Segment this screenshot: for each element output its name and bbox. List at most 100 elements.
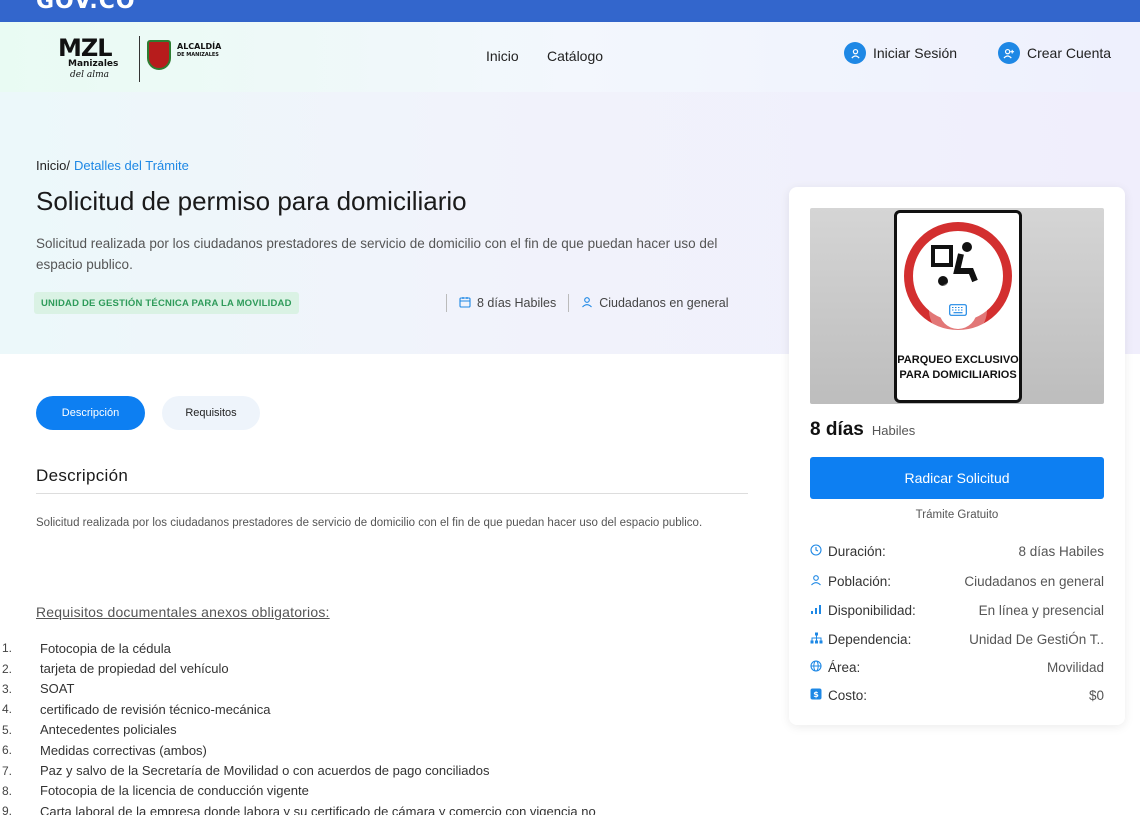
user-add-icon <box>998 42 1020 64</box>
info-value: En línea y presencial <box>978 602 1104 618</box>
free-procedure-label: Trámite Gratuito <box>915 509 999 521</box>
list-item: 6. Medidas correctivas (ambos) <box>0 740 790 760</box>
nav-catalogo[interactable]: Catálogo <box>547 48 603 64</box>
info-label: Población: <box>828 573 892 589</box>
alcaldia-subtitle: DE MANIZALES <box>177 52 219 58</box>
info-label: Costo: <box>828 687 868 703</box>
logo-divider <box>139 36 140 82</box>
page-description: Solicitud realizada por los ciudadanos p… <box>36 236 718 272</box>
meta-population: Ciudadanos en general <box>599 296 729 310</box>
list-item-text: Antecedentes policiales <box>40 722 177 738</box>
info-label: Área: <box>828 659 861 675</box>
list-item-text: Paz y salvo de la Secretaría de Movilida… <box>40 763 490 779</box>
logo-manizales-text: Manizales <box>68 59 119 69</box>
requirements-title: Requisitos documentales anexos obligator… <box>36 604 330 620</box>
calendar-icon <box>459 296 471 311</box>
clock-icon <box>810 543 828 559</box>
list-item-number: 6. <box>2 743 13 758</box>
list-item-text: tarjeta de propiedad del vehículo <box>40 661 229 677</box>
card-duration: 8 días Habiles <box>810 419 915 441</box>
breadcrumb-current[interactable]: Detalles del Trámite <box>74 158 189 173</box>
info-row-dependencia: Dependencia: Unidad De GestiÓn T.. <box>810 629 1104 649</box>
list-item-number: 7. <box>2 763 13 778</box>
login-label: Iniciar Sesión <box>873 45 958 61</box>
keyboard-icon[interactable] <box>939 291 977 329</box>
logo-del-alma-text: del alma <box>70 70 109 80</box>
list-item-text: certificado de revisión técnico-mecánica <box>40 701 271 717</box>
site-header: MZL Manizales del alma ALCALDÍA DE MANIZ… <box>0 22 1140 92</box>
list-item: 1. Fotocopia de la cédula <box>0 638 790 658</box>
list-item-number: 9. <box>2 804 13 815</box>
list-item: 2. tarjeta de propiedad del vehículo <box>0 658 790 678</box>
list-item-number: 1. <box>2 641 13 656</box>
list-item-number: 2. <box>2 661 13 676</box>
list-item: 7. Paz y salvo de la Secretaría de Movili… <box>0 760 790 780</box>
unit-badge: UNIDAD DE GESTIÓN TÉCNICA PARA LA MOVILI… <box>34 292 299 314</box>
login-button[interactable]: Iniciar Sesión <box>844 42 957 64</box>
tab-descripcion[interactable]: Descripción <box>36 396 145 430</box>
info-label: Disponibilidad: <box>828 602 916 618</box>
list-item-number: 5. <box>2 722 13 737</box>
info-value: Unidad De GestiÓn T.. <box>969 631 1104 647</box>
org-chart-icon <box>810 632 828 647</box>
list-item-number: 4. <box>2 702 13 717</box>
logo-mzl-text: MZL <box>58 34 113 62</box>
signal-icon <box>810 603 828 618</box>
card-days-unit: Habiles <box>871 423 916 438</box>
sign-text-line2: PARA DOMICILIARIOS <box>899 369 1017 381</box>
user-icon <box>810 574 828 589</box>
info-value: Movilidad <box>1046 659 1104 675</box>
list-item: 5. Antecedentes policiales <box>0 720 790 740</box>
info-row-disponibilidad: Disponibilidad: En línea y presencial <box>810 600 1104 620</box>
meta-divider <box>446 294 447 312</box>
meta-row: 8 días Habiles Ciudadanos en general <box>446 294 729 312</box>
list-item: 3. SOAT <box>0 679 790 699</box>
mzl-logo[interactable]: MZL Manizales del alma <box>58 34 134 84</box>
info-row-costo: $ Costo: $0 <box>810 685 1104 705</box>
list-item: 8. Fotocopia de la licencia de conducción… <box>0 781 790 801</box>
alcaldia-title: ALCALDÍA <box>177 42 222 51</box>
globe-icon <box>810 659 828 675</box>
info-row-duracion: Duración: 8 días Habiles <box>810 541 1104 561</box>
sign-text: PARQUEO EXCLUSIVO PARA DOMICILIARIOS <box>897 353 1019 383</box>
info-row-poblacion: Población: Ciudadanos en general <box>810 571 1104 591</box>
page-title: Solicitud de permiso para domiciliario <box>36 186 467 216</box>
procedure-image: PARQUEO EXCLUSIVO PARA DOMICILIARIOS <box>810 208 1104 404</box>
sign-text-line1: PARQUEO EXCLUSIVO <box>897 354 1019 366</box>
tab-requisitos[interactable]: Requisitos <box>162 396 260 430</box>
breadcrumb-home[interactable]: Inicio/ <box>36 158 70 173</box>
list-item-number: 8. <box>2 783 13 798</box>
section-title: Descripción <box>36 466 129 485</box>
nav-inicio[interactable]: Inicio <box>486 48 519 64</box>
keyboard-overlay <box>929 281 987 339</box>
info-row-area: Área: Movilidad <box>810 657 1104 677</box>
list-item-text: Fotocopia de la cédula <box>40 640 171 656</box>
list-item-text: Carta laboral de la empresa donde labora… <box>40 803 596 815</box>
info-label: Dependencia: <box>828 631 912 647</box>
procedure-card: PARQUEO EXCLUSIVO PARA DOMICILIARIOS 8 d… <box>789 187 1125 725</box>
register-label: Crear Cuenta <box>1027 45 1112 61</box>
info-value: 8 días Habiles <box>1018 543 1104 559</box>
alcaldia-shield-icon <box>147 40 171 70</box>
section-divider <box>36 493 748 494</box>
list-item: 9. Carta laboral de la empresa donde labo… <box>0 801 790 815</box>
meta-duration: 8 días Habiles <box>477 296 557 310</box>
info-value: $0 <box>1088 687 1104 703</box>
gov-logo-text[interactable]: GOV.CO <box>36 0 136 14</box>
meta-divider <box>568 294 570 312</box>
user-icon <box>581 296 593 311</box>
info-value: Ciudadanos en general <box>964 573 1104 589</box>
user-icon <box>844 42 866 64</box>
breadcrumb: Inicio/Detalles del Trámite <box>36 158 189 173</box>
list-item-text: Medidas correctivas (ambos) <box>40 742 207 758</box>
list-item-text: SOAT <box>40 681 75 697</box>
list-item-number: 3. <box>2 681 13 696</box>
radicar-solicitud-button[interactable]: Radicar Solicitud <box>810 457 1104 499</box>
register-button[interactable]: Crear Cuenta <box>998 42 1111 64</box>
alcaldia-logo[interactable]: ALCALDÍA DE MANIZALES <box>177 42 221 60</box>
money-icon: $ <box>810 688 828 703</box>
section-body: Solicitud realizada por los ciudadanos p… <box>36 517 703 529</box>
list-item-text: Fotocopia de la licencia de conducción v… <box>40 783 309 799</box>
card-days-value: 8 días <box>810 419 864 440</box>
svg-text:$: $ <box>813 690 819 699</box>
